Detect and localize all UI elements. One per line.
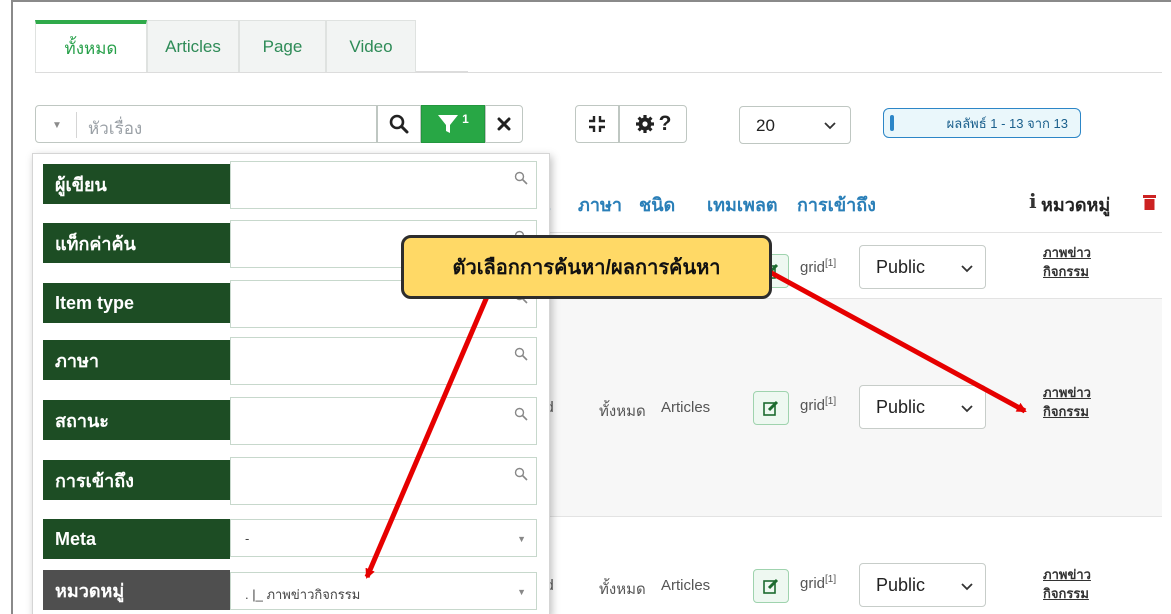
annotation-callout: ตัวเลือกการค้นหา/ผลการค้นหา [401,235,772,299]
app-frame: ทั้งหมด Articles Page Video ▼ หัวเรื่อง … [11,0,1171,614]
arrow-to-category-result [753,261,1027,414]
annotation-arrows [364,261,1027,579]
arrow-to-category-filter [364,291,492,579]
